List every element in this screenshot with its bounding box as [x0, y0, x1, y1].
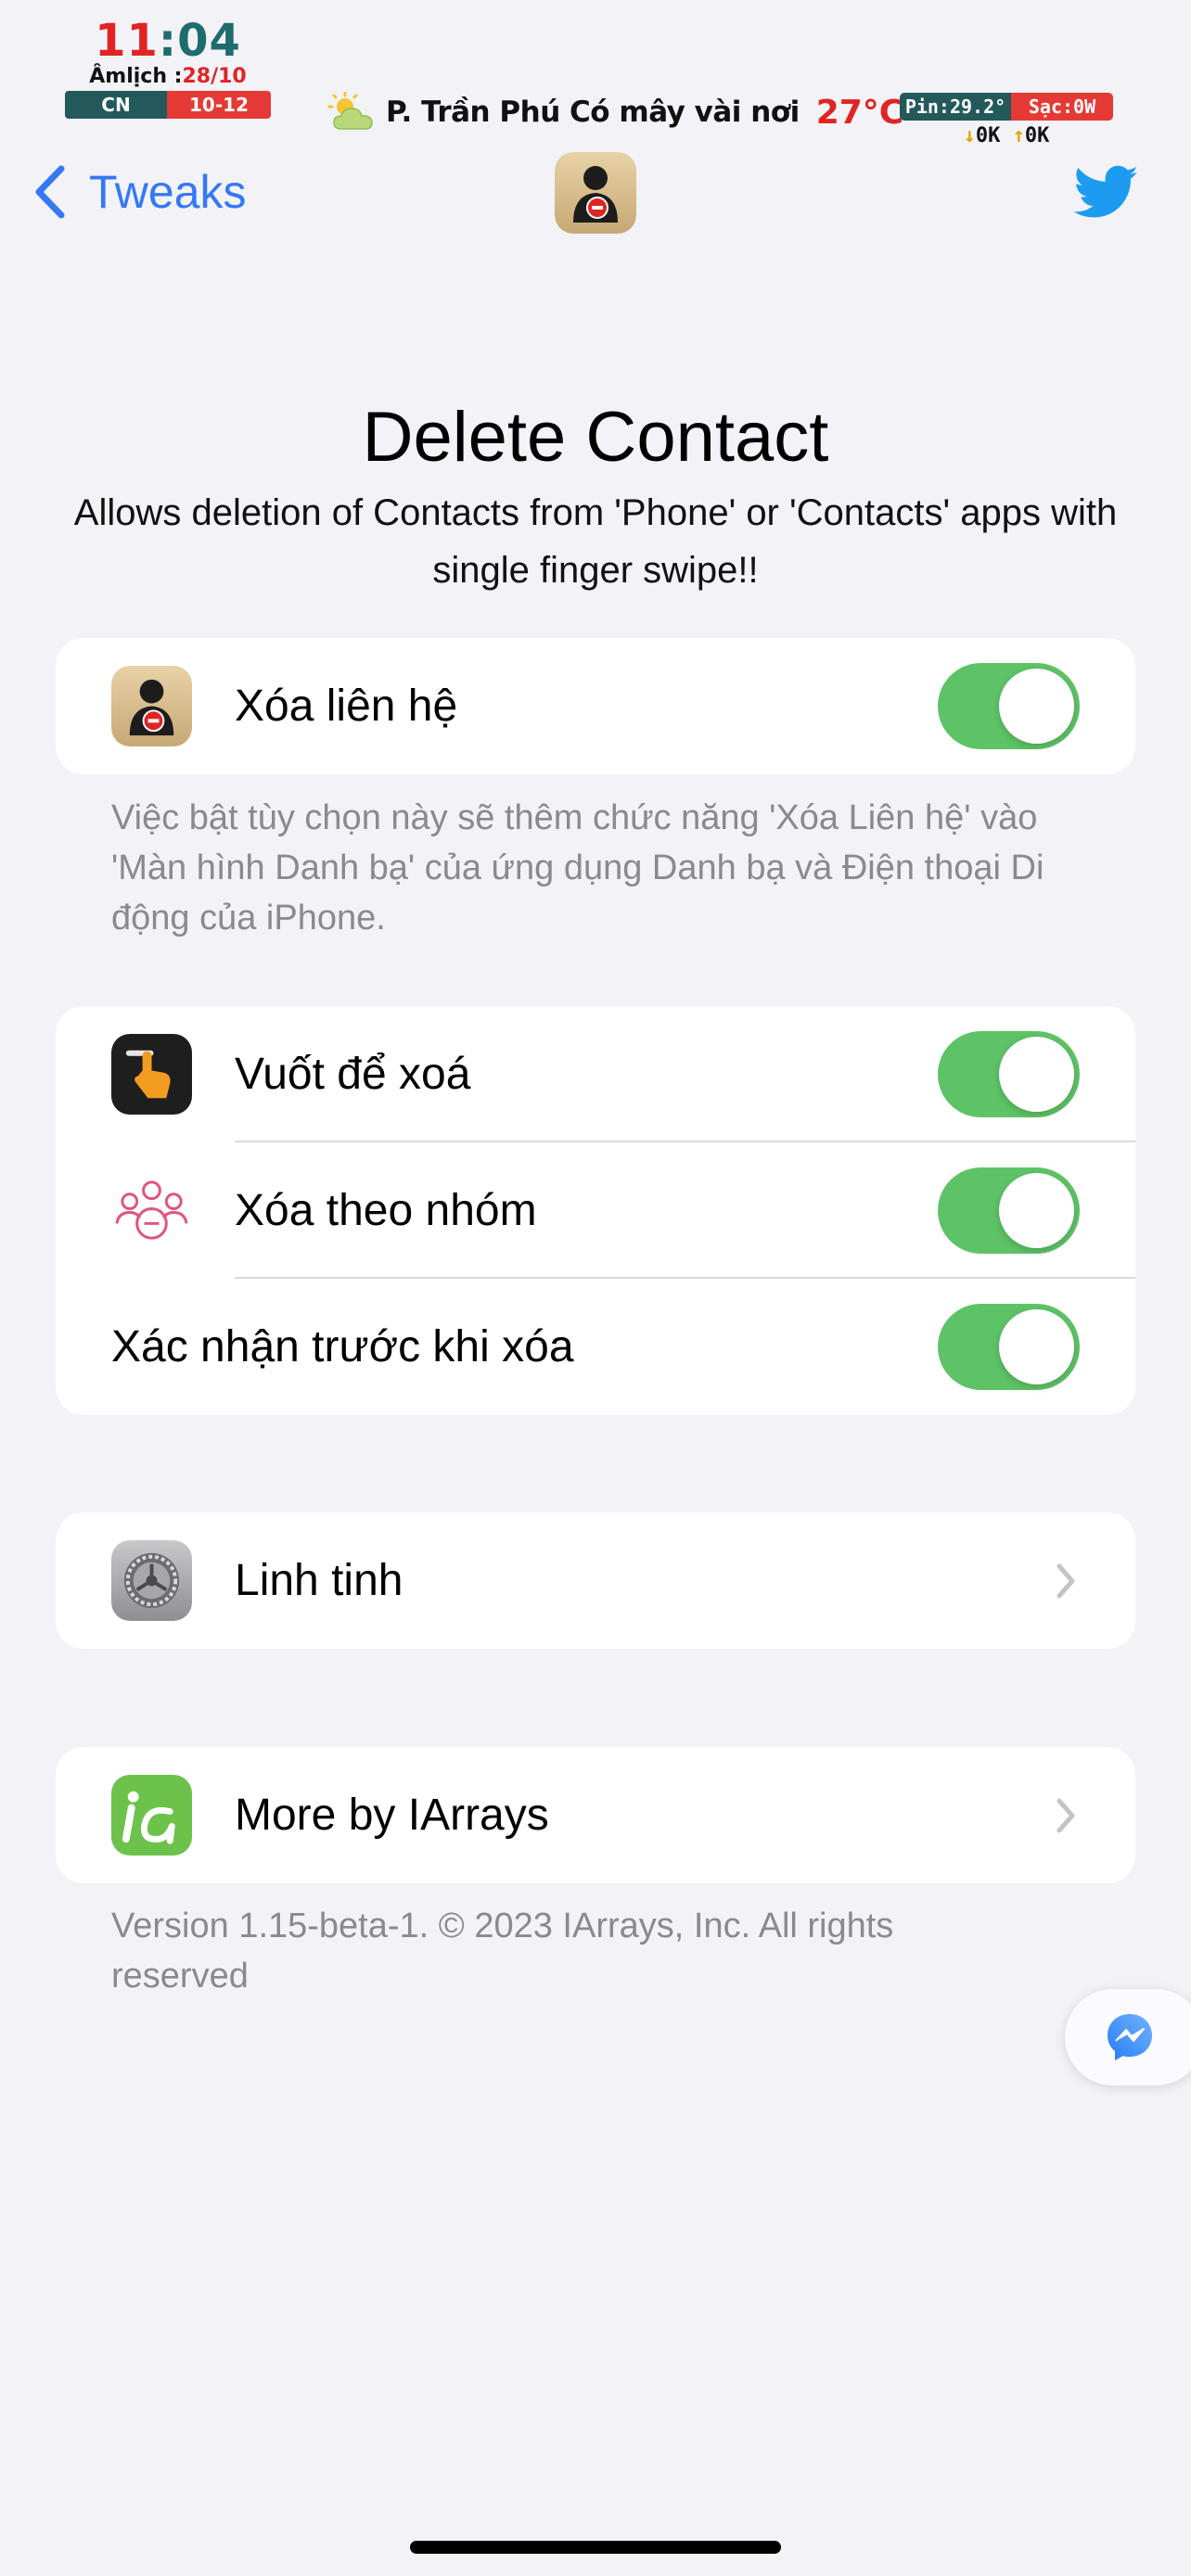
- delete-contact-icon: [111, 666, 192, 746]
- option-row: Xác nhận trước khi xóa: [56, 1279, 1135, 1415]
- option-label: Xóa theo nhóm: [235, 1186, 537, 1235]
- option-row: Xóa theo nhóm: [56, 1142, 1135, 1279]
- option-row: Vuốt để xoá: [56, 1006, 1135, 1142]
- option-label: Xác nhận trước khi xóa: [111, 1322, 574, 1371]
- home-indicator[interactable]: [410, 2541, 781, 2554]
- clock-colon: :: [158, 15, 178, 67]
- page-title: Delete Contact: [362, 398, 829, 477]
- weather-widget: P. Trần Phú Có mây vài nơi 27°C: [327, 89, 903, 135]
- version-footnote: Version 1.15-beta-1. © 2023 IArrays, Inc…: [111, 1906, 894, 1996]
- weekday: CN: [65, 91, 167, 119]
- lunar-date-value: 28/10: [182, 65, 247, 88]
- solar-date: 10-12: [167, 91, 271, 119]
- back-button[interactable]: Tweaks: [32, 159, 247, 224]
- clock-time: 11:04: [65, 17, 271, 65]
- navigation-bar: Tweaks: [0, 139, 1191, 250]
- clock-widget: 11:04 Âmlịch :28/10 CN 10-12: [65, 17, 271, 119]
- lunar-label: Âmlịch :: [89, 65, 183, 88]
- messenger-float-button[interactable]: [1065, 1989, 1191, 2085]
- enable-row: Xóa liên hệ: [56, 638, 1135, 774]
- back-label: Tweaks: [89, 166, 247, 218]
- group-delete-toggle[interactable]: [938, 1167, 1080, 1254]
- swipe-finger-icon: [111, 1034, 192, 1115]
- toggle-knob: [999, 1037, 1074, 1112]
- more-label: More by IArrays: [235, 1791, 549, 1840]
- status-bar: 11:04 Âmlịch :28/10 CN 10-12 P. Trần Phú…: [0, 0, 1191, 147]
- battery-temperature: Pin:29.2°: [900, 93, 1011, 121]
- lunar-date: Âmlịch :28/10: [65, 65, 271, 89]
- toggle-knob: [999, 1173, 1074, 1248]
- charging-power: Sạc:0W: [1011, 93, 1113, 121]
- chevron-right-icon: [1057, 1798, 1075, 1833]
- page-subtitle: Allows deletion of Contacts from 'Phone'…: [73, 492, 1118, 591]
- enable-footnote: Việc bật tùy chọn này sẽ thêm chức năng …: [111, 798, 1044, 937]
- enable-label: Xóa liên hệ: [235, 682, 458, 731]
- weather-location: P. Trần Phú Có mây vài nơi: [386, 96, 800, 129]
- swipe-toggle[interactable]: [938, 1031, 1080, 1117]
- day-bar: CN 10-12: [65, 91, 271, 119]
- option-label: Vuốt để xoá: [235, 1050, 471, 1099]
- toggle-knob: [999, 669, 1074, 744]
- confirm-delete-toggle[interactable]: [938, 1304, 1080, 1390]
- enable-group: Xóa liên hệ: [56, 638, 1135, 774]
- partly-cloudy-icon: [327, 92, 373, 130]
- delete-contact-app-icon: [555, 152, 636, 234]
- messenger-icon: [1108, 2014, 1152, 2060]
- clock-minute: 04: [177, 15, 241, 67]
- settings-gear-icon: [111, 1540, 192, 1621]
- options-group: Vuốt để xoá Xóa theo nhóm Xác nhận trước…: [56, 1006, 1135, 1415]
- clock-hour: 11: [95, 15, 159, 67]
- temperature: 27°C: [815, 93, 904, 132]
- toggle-knob: [999, 1309, 1074, 1384]
- group-people-icon: [111, 1170, 192, 1251]
- more-group: More by IArrays: [56, 1747, 1135, 1883]
- misc-group: Linh tinh: [56, 1512, 1135, 1649]
- enable-toggle[interactable]: [938, 663, 1080, 749]
- twitter-icon[interactable]: [1074, 159, 1139, 224]
- misc-row[interactable]: Linh tinh: [56, 1512, 1135, 1649]
- chevron-left-icon: [35, 165, 65, 219]
- chevron-right-icon: [1057, 1563, 1075, 1599]
- misc-label: Linh tinh: [235, 1556, 403, 1605]
- more-row[interactable]: More by IArrays: [56, 1747, 1135, 1883]
- iarrays-logo-icon: [111, 1775, 192, 1855]
